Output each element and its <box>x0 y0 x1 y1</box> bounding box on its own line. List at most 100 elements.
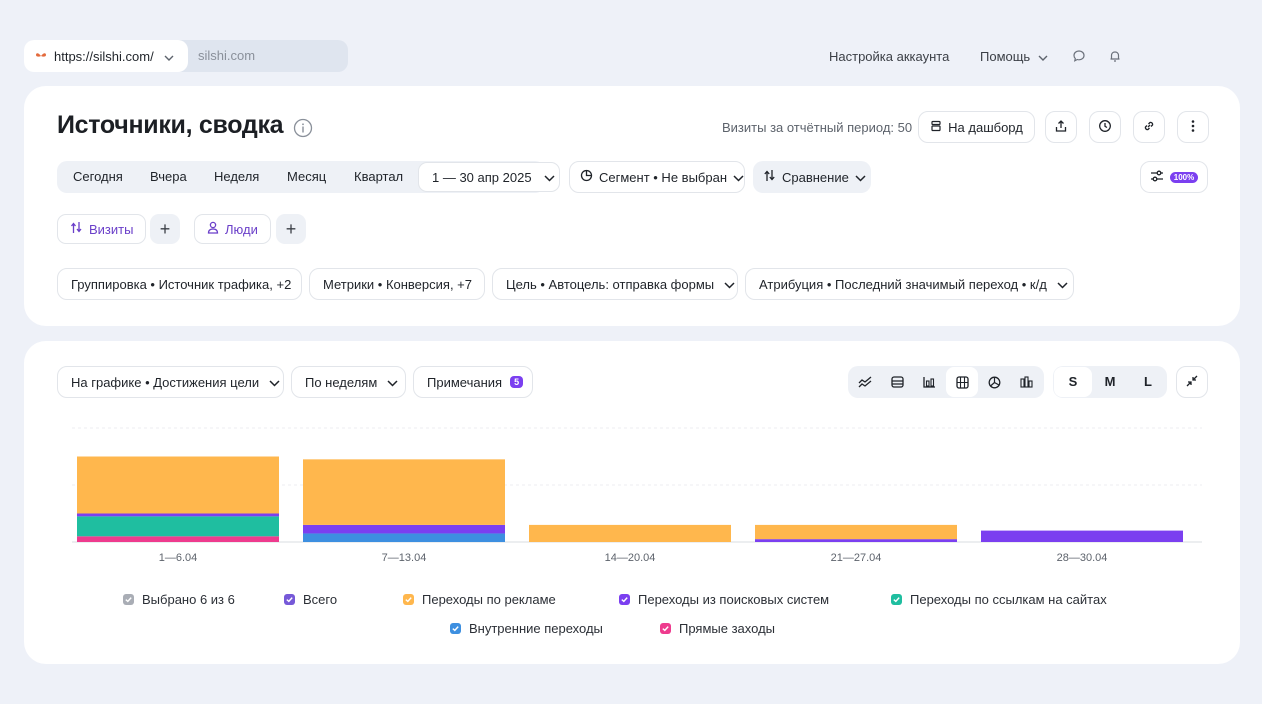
site-name: silshi.com <box>198 48 256 63</box>
bar-segment[interactable] <box>755 539 957 542</box>
legend-label: Прямые заходы <box>679 621 776 636</box>
bar-segment[interactable] <box>303 533 505 542</box>
date-range-picker[interactable]: 1 — 30 апр 2025 <box>418 162 560 192</box>
bar-segment[interactable] <box>981 530 1183 542</box>
plus-icon: + <box>159 218 171 239</box>
attribution-filter-label: Атрибуция • Последний значимый переход •… <box>759 276 1047 292</box>
share-link-button[interactable] <box>1133 111 1165 143</box>
legend-label: Переходы по рекламе <box>422 592 556 607</box>
legend-item-selected[interactable]: Выбрано 6 из 6 <box>123 592 235 607</box>
add-people-button[interactable]: + <box>276 214 306 244</box>
chevron-down-icon <box>724 277 735 292</box>
page-title: Источники, сводка <box>57 111 313 140</box>
chevron-down-icon <box>1038 49 1048 64</box>
period-selector: Сегодня Вчера Неделя Месяц Квартал 1 — 3… <box>57 161 560 193</box>
dashboard-button[interactable]: На дашборд <box>918 111 1035 143</box>
legend-checkbox-icon <box>660 623 671 634</box>
page-title-text: Источники, сводка <box>57 111 284 139</box>
info-icon[interactable] <box>293 116 313 137</box>
legend-checkbox-icon <box>123 594 134 605</box>
site-favicon-icon <box>34 49 48 63</box>
bar-segment[interactable] <box>529 524 731 542</box>
upload-icon <box>1054 119 1068 136</box>
visits-tab[interactable]: Визиты <box>57 214 147 244</box>
legend-label: Всего <box>303 592 338 607</box>
sliders-icon <box>1150 170 1164 185</box>
bar-segment[interactable] <box>77 513 279 517</box>
dashboard-icon <box>930 120 942 135</box>
legend-item-links[interactable]: Переходы по ссылкам на сайтах <box>891 592 1107 607</box>
chevron-down-icon <box>1057 277 1068 292</box>
chevron-down-icon <box>544 170 555 185</box>
sampling-badge: 100% <box>1169 171 1199 183</box>
visits-tab-label: Визиты <box>89 221 134 237</box>
people-tab-label: Люди <box>225 221 258 237</box>
legend-item-total[interactable]: Всего <box>284 592 337 607</box>
bar-segment[interactable] <box>755 524 957 540</box>
chart-card: На графике • Достижения цели По неделям … <box>24 341 1240 664</box>
comparison-label: Сравнение <box>782 169 849 185</box>
link-icon <box>1142 119 1156 136</box>
add-visits-button[interactable]: + <box>150 214 180 244</box>
period-week[interactable]: Неделя <box>214 161 259 193</box>
segment-selector[interactable]: Сегмент • Не выбран <box>569 161 745 193</box>
legend-label: Переходы по ссылкам на сайтах <box>910 592 1107 607</box>
legend-item-direct[interactable]: Прямые заходы <box>660 621 775 636</box>
url-dropdown[interactable]: https://silshi.com/ <box>24 40 188 72</box>
visits-summary: Визиты за отчётный период: 50 <box>722 120 913 135</box>
grouping-filter-label: Группировка • Источник трафика, +2 <box>71 276 292 292</box>
export-button[interactable] <box>1045 111 1077 143</box>
legend-item-internal[interactable]: Внутренние переходы <box>450 621 603 636</box>
metrics-filter[interactable]: Метрики • Конверсия, +7 <box>309 268 485 300</box>
bar-segment[interactable] <box>77 536 279 542</box>
x-tick-label: 21—27.04 <box>831 552 882 564</box>
people-tab[interactable]: Люди <box>194 214 271 244</box>
bar-segment[interactable] <box>303 459 505 525</box>
legend-label: Переходы из поисковых систем <box>638 592 830 607</box>
segment-label: Сегмент • Не выбран <box>599 169 728 185</box>
bar-segment[interactable] <box>77 516 279 537</box>
stacked-bar-chart: 1—6.04 7—13.04 14—20.04 21—27.04 28—30.04 <box>72 427 1202 564</box>
url-selector[interactable]: https://silshi.com/ silshi.com <box>24 40 348 72</box>
comparison-selector[interactable]: Сравнение <box>753 161 871 193</box>
history-button[interactable] <box>1089 111 1121 143</box>
bar-segment[interactable] <box>77 456 279 514</box>
grouping-filter[interactable]: Группировка • Источник трафика, +2 <box>57 268 302 300</box>
period-month[interactable]: Месяц <box>287 161 326 193</box>
more-menu-button[interactable] <box>1177 111 1209 143</box>
report-settings-card: Источники, сводка Визиты за отчётный пер… <box>24 86 1240 326</box>
period-yesterday[interactable]: Вчера <box>150 161 187 193</box>
pie-chart-icon <box>580 169 593 185</box>
period-quarter[interactable]: Квартал <box>354 161 403 193</box>
sampling-button[interactable]: 100% <box>1140 161 1208 193</box>
person-icon <box>207 221 219 237</box>
x-tick-label: 28—30.04 <box>1057 552 1108 564</box>
attribution-filter[interactable]: Атрибуция • Последний значимый переход •… <box>745 268 1074 300</box>
account-settings-label: Настройка аккаунта <box>829 48 950 64</box>
plus-icon: + <box>285 218 297 239</box>
dashboard-button-label: На дашборд <box>948 119 1023 135</box>
chevron-down-icon <box>733 170 744 185</box>
chevron-down-icon <box>164 49 174 64</box>
chat-icon[interactable] <box>1072 40 1086 72</box>
help-label: Помощь <box>980 48 1031 64</box>
bar-segment[interactable] <box>303 524 505 534</box>
legend-item-ads[interactable]: Переходы по рекламе <box>403 592 556 607</box>
period-today[interactable]: Сегодня <box>73 161 123 193</box>
compare-icon <box>763 169 776 185</box>
bell-icon[interactable] <box>1108 40 1122 72</box>
clock-icon <box>1098 119 1112 136</box>
legend-checkbox-icon <box>284 594 295 605</box>
legend-label: Выбрано 6 из 6 <box>142 592 235 607</box>
legend-item-search[interactable]: Переходы из поисковых систем <box>619 592 829 607</box>
x-tick-label: 14—20.04 <box>605 552 656 564</box>
more-vertical-icon <box>1191 119 1195 136</box>
legend-checkbox-icon <box>450 623 461 634</box>
goal-filter[interactable]: Цель • Автоцель: отправка формы <box>492 268 738 300</box>
chevron-down-icon <box>855 170 866 185</box>
goal-filter-label: Цель • Автоцель: отправка формы <box>506 276 715 292</box>
legend-checkbox-icon <box>403 594 414 605</box>
x-tick-label: 7—13.04 <box>382 552 427 564</box>
account-settings-link[interactable]: Настройка аккаунта <box>829 40 949 72</box>
help-menu[interactable]: Помощь <box>980 40 1048 72</box>
